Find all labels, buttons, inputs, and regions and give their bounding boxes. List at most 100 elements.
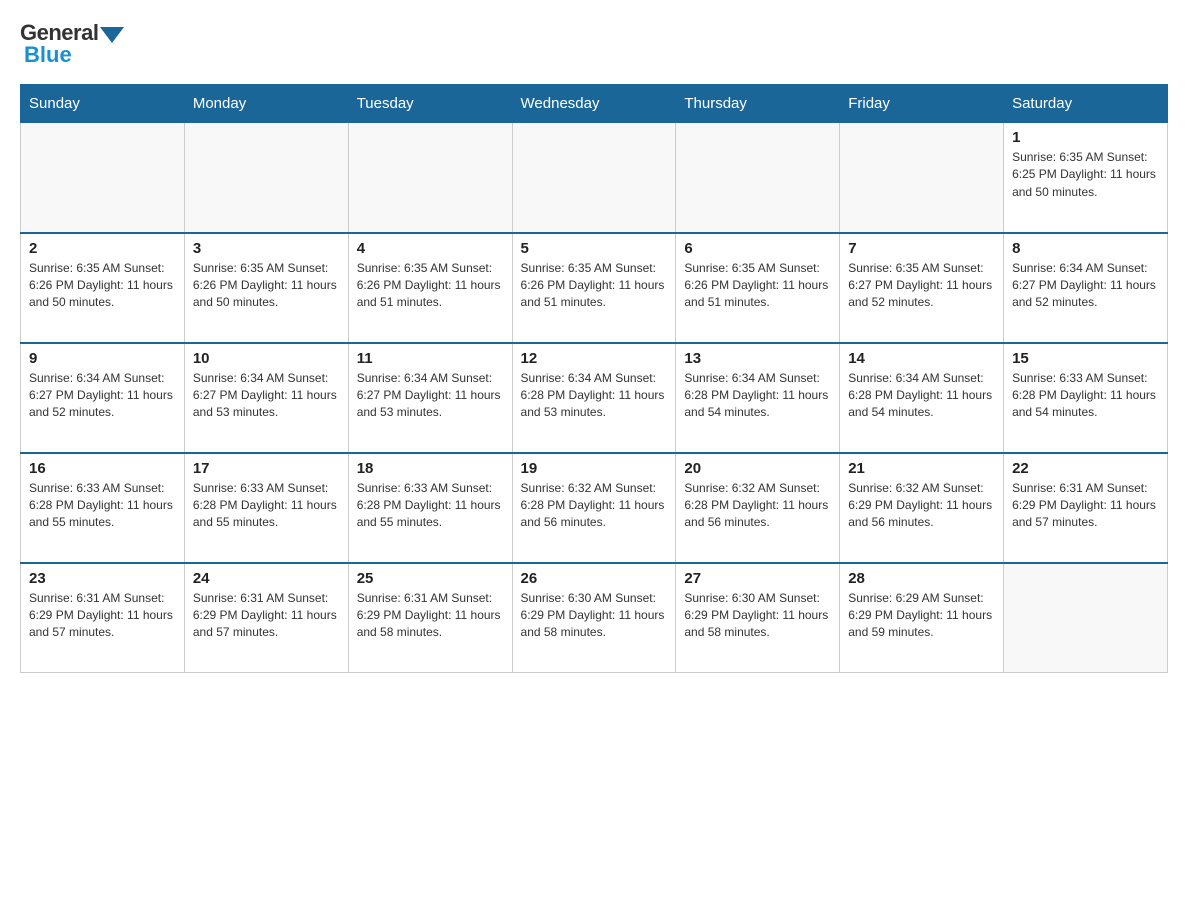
weekday-header-wednesday: Wednesday <box>512 85 676 123</box>
day-number: 4 <box>357 240 504 257</box>
calendar-cell: 6Sunrise: 6:35 AM Sunset: 6:26 PM Daylig… <box>676 233 840 343</box>
calendar-cell: 16 Sunrise: 6:33 AM Sunset: 6:28 PM Dayli… <box>21 453 185 563</box>
calendar-cell: 4 Sunrise: 6:35 AM Sunset: 6:26 PM Daylig… <box>348 233 512 343</box>
calendar-cell <box>184 123 348 233</box>
day-number: 5 <box>521 240 668 257</box>
day-number: 11 <box>357 350 504 367</box>
calendar-cell: 10Sunrise: 6:34 AM Sunset: 6:27 PM Dayli… <box>184 343 348 453</box>
calendar-cell: 20 Sunrise: 6:32 AM Sunset: 6:28 PM Dayli… <box>676 453 840 563</box>
calendar-cell: 27 Sunrise: 6:30 AM Sunset: 6:29 PM Dayli… <box>676 563 840 673</box>
calendar-cell: 24 Sunrise: 6:31 AM Sunset: 6:29 PM Dayli… <box>184 563 348 673</box>
calendar-cell: 1 Sunrise: 6:35 AM Sunset: 6:25 PM Daylig… <box>1004 123 1168 233</box>
calendar-cell: 15 Sunrise: 6:33 AM Sunset: 6:28 PM Dayli… <box>1004 343 1168 453</box>
day-info: Sunrise: 6:30 AM Sunset: 6:29 PM Dayligh… <box>684 590 831 642</box>
day-number: 19 <box>521 460 668 477</box>
calendar-cell: 5 Sunrise: 6:35 AM Sunset: 6:26 PM Daylig… <box>512 233 676 343</box>
day-info: Sunrise: 6:31 AM Sunset: 6:29 PM Dayligh… <box>29 590 176 642</box>
calendar-cell: 9 Sunrise: 6:34 AM Sunset: 6:27 PM Daylig… <box>21 343 185 453</box>
day-info: Sunrise: 6:31 AM Sunset: 6:29 PM Dayligh… <box>193 590 340 642</box>
day-number: 12 <box>521 350 668 367</box>
day-info: Sunrise: 6:34 AM Sunset: 6:27 PM Dayligh… <box>1012 260 1159 312</box>
day-info: Sunrise: 6:33 AM Sunset: 6:28 PM Dayligh… <box>29 480 176 532</box>
calendar-cell: 21 Sunrise: 6:32 AM Sunset: 6:29 PM Dayli… <box>840 453 1004 563</box>
day-info: Sunrise: 6:33 AM Sunset: 6:28 PM Dayligh… <box>193 480 340 532</box>
calendar-cell: 23 Sunrise: 6:31 AM Sunset: 6:29 PM Dayli… <box>21 563 185 673</box>
day-number: 23 <box>29 570 176 587</box>
calendar-cell <box>21 123 185 233</box>
calendar-cell: 22Sunrise: 6:31 AM Sunset: 6:29 PM Dayli… <box>1004 453 1168 563</box>
weekday-header-friday: Friday <box>840 85 1004 123</box>
day-number: 17 <box>193 460 340 477</box>
day-info: Sunrise: 6:32 AM Sunset: 6:28 PM Dayligh… <box>521 480 668 532</box>
day-number: 25 <box>357 570 504 587</box>
calendar-cell: 14 Sunrise: 6:34 AM Sunset: 6:28 PM Dayli… <box>840 343 1004 453</box>
day-info: Sunrise: 6:35 AM Sunset: 6:26 PM Dayligh… <box>357 260 504 312</box>
day-info: Sunrise: 6:34 AM Sunset: 6:28 PM Dayligh… <box>521 370 668 422</box>
calendar-cell: 28Sunrise: 6:29 AM Sunset: 6:29 PM Dayli… <box>840 563 1004 673</box>
page-header: General Blue <box>20 20 1168 68</box>
day-number: 16 <box>29 460 176 477</box>
day-number: 8 <box>1012 240 1159 257</box>
weekday-header-tuesday: Tuesday <box>348 85 512 123</box>
day-info: Sunrise: 6:35 AM Sunset: 6:26 PM Dayligh… <box>193 260 340 312</box>
logo: General Blue <box>20 20 124 68</box>
weekday-header-thursday: Thursday <box>676 85 840 123</box>
day-info: Sunrise: 6:34 AM Sunset: 6:28 PM Dayligh… <box>848 370 995 422</box>
day-info: Sunrise: 6:34 AM Sunset: 6:27 PM Dayligh… <box>357 370 504 422</box>
calendar-cell: 13Sunrise: 6:34 AM Sunset: 6:28 PM Dayli… <box>676 343 840 453</box>
calendar-cell: 11 Sunrise: 6:34 AM Sunset: 6:27 PM Dayli… <box>348 343 512 453</box>
weekday-header-sunday: Sunday <box>21 85 185 123</box>
day-number: 13 <box>684 350 831 367</box>
day-number: 14 <box>848 350 995 367</box>
day-info: Sunrise: 6:32 AM Sunset: 6:28 PM Dayligh… <box>684 480 831 532</box>
calendar-cell <box>840 123 1004 233</box>
weekday-header-monday: Monday <box>184 85 348 123</box>
day-number: 27 <box>684 570 831 587</box>
calendar-cell <box>1004 563 1168 673</box>
logo-blue-text: Blue <box>24 42 72 67</box>
day-info: Sunrise: 6:35 AM Sunset: 6:26 PM Dayligh… <box>521 260 668 312</box>
calendar-cell: 3 Sunrise: 6:35 AM Sunset: 6:26 PM Daylig… <box>184 233 348 343</box>
calendar-cell <box>512 123 676 233</box>
calendar-cell <box>676 123 840 233</box>
day-number: 28 <box>848 570 995 587</box>
calendar-week-1: 1 Sunrise: 6:35 AM Sunset: 6:25 PM Daylig… <box>21 123 1168 233</box>
day-info: Sunrise: 6:32 AM Sunset: 6:29 PM Dayligh… <box>848 480 995 532</box>
calendar-week-2: 2 Sunrise: 6:35 AM Sunset: 6:26 PM Daylig… <box>21 233 1168 343</box>
calendar-cell: 12 Sunrise: 6:34 AM Sunset: 6:28 PM Dayli… <box>512 343 676 453</box>
calendar-week-5: 23 Sunrise: 6:31 AM Sunset: 6:29 PM Dayli… <box>21 563 1168 673</box>
day-info: Sunrise: 6:31 AM Sunset: 6:29 PM Dayligh… <box>1012 480 1159 532</box>
calendar-cell <box>348 123 512 233</box>
day-number: 3 <box>193 240 340 257</box>
calendar-cell: 26 Sunrise: 6:30 AM Sunset: 6:29 PM Dayli… <box>512 563 676 673</box>
day-number: 18 <box>357 460 504 477</box>
day-info: Sunrise: 6:33 AM Sunset: 6:28 PM Dayligh… <box>1012 370 1159 422</box>
calendar-week-3: 9 Sunrise: 6:34 AM Sunset: 6:27 PM Daylig… <box>21 343 1168 453</box>
logo-triangle-icon <box>100 27 124 43</box>
day-info: Sunrise: 6:30 AM Sunset: 6:29 PM Dayligh… <box>521 590 668 642</box>
day-number: 1 <box>1012 129 1159 146</box>
day-number: 9 <box>29 350 176 367</box>
calendar-cell: 7 Sunrise: 6:35 AM Sunset: 6:27 PM Daylig… <box>840 233 1004 343</box>
weekday-header-row: SundayMondayTuesdayWednesdayThursdayFrid… <box>21 85 1168 123</box>
day-number: 2 <box>29 240 176 257</box>
calendar-cell: 25 Sunrise: 6:31 AM Sunset: 6:29 PM Dayli… <box>348 563 512 673</box>
day-info: Sunrise: 6:35 AM Sunset: 6:27 PM Dayligh… <box>848 260 995 312</box>
day-info: Sunrise: 6:31 AM Sunset: 6:29 PM Dayligh… <box>357 590 504 642</box>
day-info: Sunrise: 6:34 AM Sunset: 6:27 PM Dayligh… <box>193 370 340 422</box>
calendar-cell: 18 Sunrise: 6:33 AM Sunset: 6:28 PM Dayli… <box>348 453 512 563</box>
day-info: Sunrise: 6:34 AM Sunset: 6:27 PM Dayligh… <box>29 370 176 422</box>
calendar-week-4: 16 Sunrise: 6:33 AM Sunset: 6:28 PM Dayli… <box>21 453 1168 563</box>
day-number: 24 <box>193 570 340 587</box>
day-number: 15 <box>1012 350 1159 367</box>
weekday-header-saturday: Saturday <box>1004 85 1168 123</box>
day-info: Sunrise: 6:35 AM Sunset: 6:26 PM Dayligh… <box>29 260 176 312</box>
day-number: 26 <box>521 570 668 587</box>
day-number: 20 <box>684 460 831 477</box>
day-info: Sunrise: 6:35 AM Sunset: 6:25 PM Dayligh… <box>1012 149 1159 201</box>
day-info: Sunrise: 6:33 AM Sunset: 6:28 PM Dayligh… <box>357 480 504 532</box>
day-number: 7 <box>848 240 995 257</box>
calendar-cell: 2 Sunrise: 6:35 AM Sunset: 6:26 PM Daylig… <box>21 233 185 343</box>
day-number: 21 <box>848 460 995 477</box>
day-number: 6 <box>684 240 831 257</box>
